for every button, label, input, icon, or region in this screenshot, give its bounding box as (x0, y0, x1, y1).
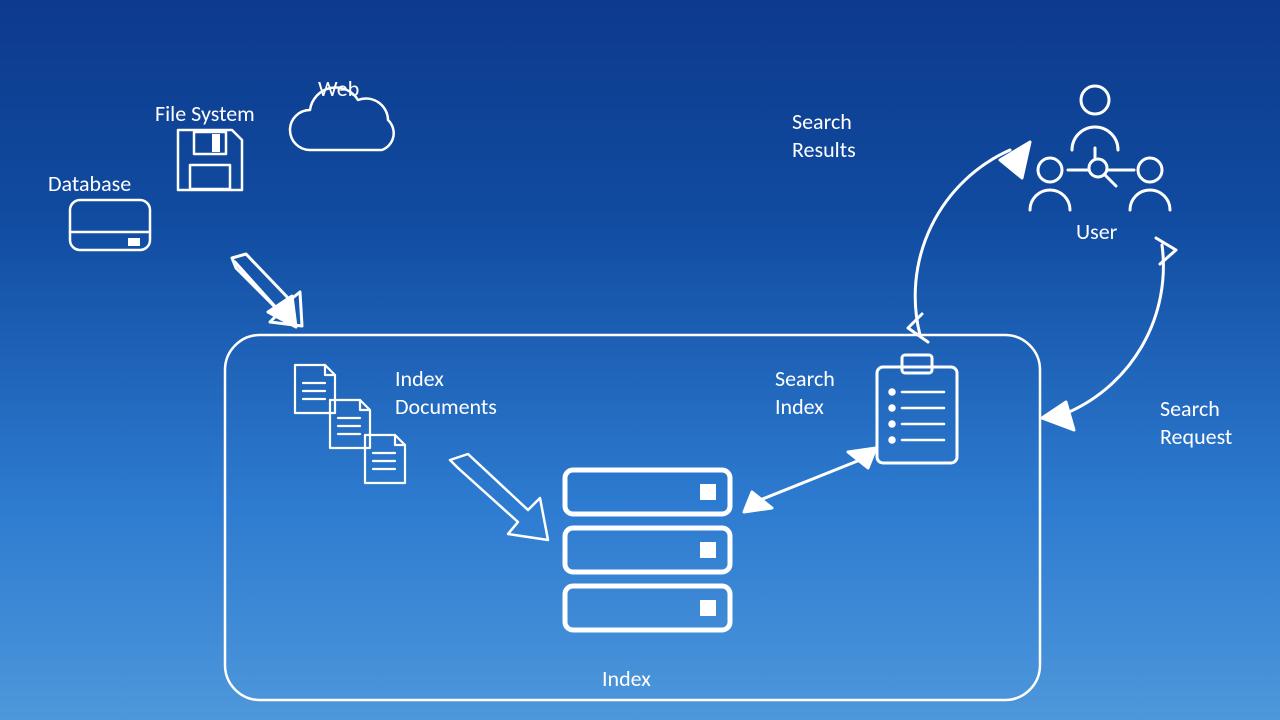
search-index-label: Search Index (775, 365, 835, 420)
search-request-arrow (1042, 238, 1176, 430)
docs-to-index-arrow (450, 454, 548, 540)
index-to-searchindex-arrow (744, 448, 876, 512)
sources-to-index-arrow (232, 254, 302, 327)
database-label: Database (48, 170, 131, 198)
index-label: Index (602, 665, 651, 693)
filesystem-label: File System (155, 100, 255, 128)
search-request-label: Search Request (1160, 395, 1232, 450)
index-container (225, 335, 1040, 700)
search-results-arrow (908, 142, 1030, 342)
search-results-label: Search Results (792, 108, 856, 163)
database-icon (70, 200, 150, 250)
index-stack-icon (565, 470, 730, 630)
clipboard-icon (877, 355, 957, 463)
users-icon (1030, 86, 1170, 210)
documents-icon (295, 365, 405, 483)
floppy-disk-icon (178, 130, 242, 190)
index-documents-label: Index Documents (395, 365, 497, 420)
web-label: Web (318, 75, 359, 103)
user-label: User (1076, 218, 1117, 246)
